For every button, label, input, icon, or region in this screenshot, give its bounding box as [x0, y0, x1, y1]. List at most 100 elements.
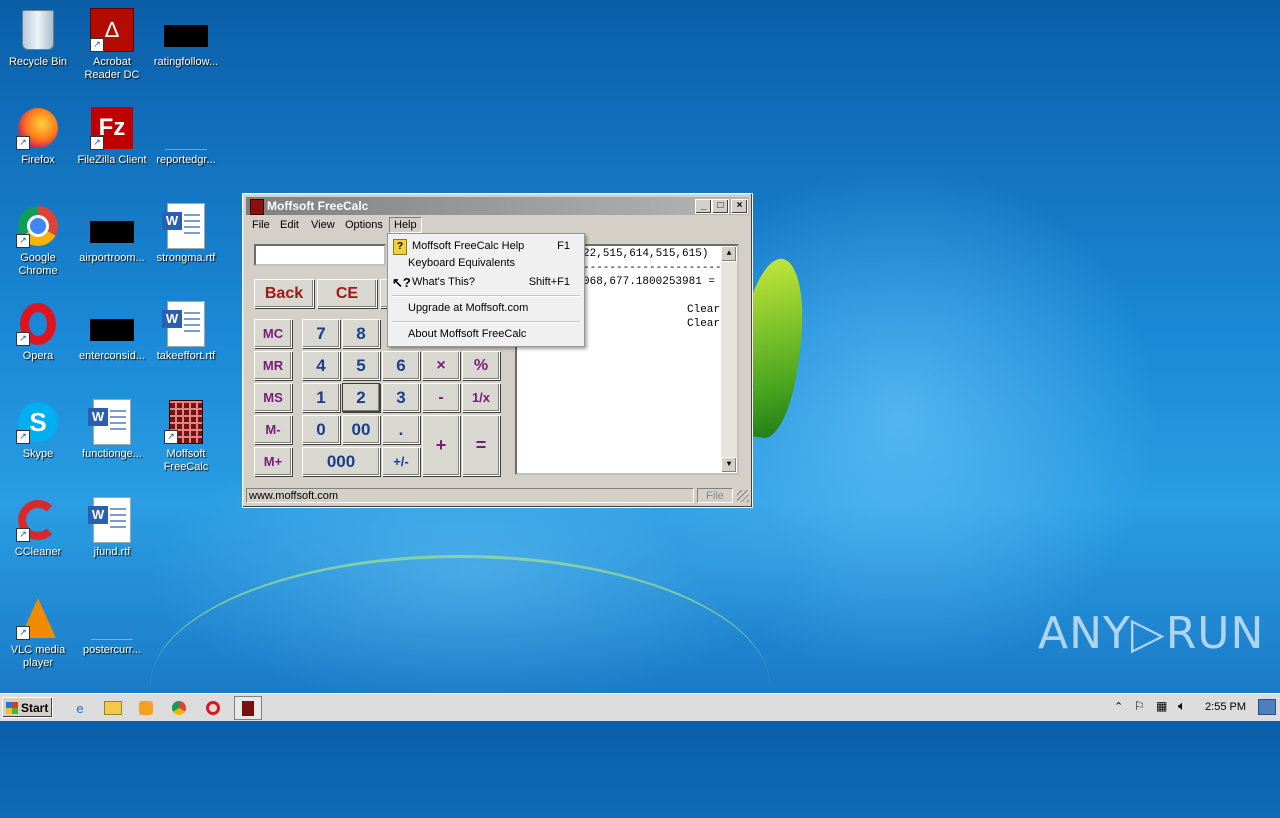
desktop-icon-functionge[interactable]: W functionge... — [74, 399, 150, 461]
taskbar: Start e ⌃ ⚐ ▦ 🔈︎ 2:55 PM — [0, 693, 1280, 721]
key-6[interactable]: 6 — [382, 351, 420, 380]
internet-explorer-icon[interactable]: e — [70, 698, 90, 718]
word-doc-icon: W — [88, 497, 134, 543]
multiply-button[interactable]: × — [422, 351, 460, 380]
minimize-button[interactable]: _ — [695, 199, 712, 214]
desktop-icon-firefox[interactable]: ↗ Firefox — [0, 106, 76, 167]
desktop-icon-label: airportroom... — [79, 252, 145, 264]
desktop-icon-vlc[interactable]: ↗ VLC media player — [0, 596, 76, 670]
menu-options[interactable]: Options — [341, 218, 387, 232]
network-icon[interactable]: ▦ — [1156, 699, 1167, 713]
tape-scrollbar[interactable]: ▲ ▼ — [721, 246, 737, 473]
desktop-icon-chrome[interactable]: ↗ Google Chrome — [0, 204, 76, 278]
menu-item-upgrade[interactable]: Upgrade at Moffsoft.com — [390, 300, 582, 317]
desktop-icon-strongma[interactable]: W strongma.rtf — [148, 203, 224, 265]
decimal-button[interactable]: . — [382, 415, 420, 444]
maximize-button[interactable]: □ — [712, 199, 729, 214]
key-3[interactable]: 3 — [382, 383, 420, 412]
add-button[interactable]: + — [422, 415, 460, 476]
start-button[interactable]: Start — [2, 697, 53, 718]
show-hidden-icons-icon[interactable]: ⌃ — [1114, 700, 1123, 713]
reciprocal-button[interactable]: 1/x — [462, 383, 500, 412]
mr-button[interactable]: MR — [254, 351, 292, 380]
action-center-flag-icon[interactable]: ⚐ — [1134, 699, 1145, 713]
menu-item-shortcut: F1 — [557, 240, 570, 252]
tape-line: 068,677.1800253981 = — [583, 276, 716, 288]
desktop-icon-reportedgr[interactable]: reportedgr... — [148, 106, 224, 167]
key-0[interactable]: 0 — [302, 415, 340, 444]
m-plus-button[interactable]: M+ — [254, 447, 292, 476]
start-label: Start — [21, 701, 49, 715]
ce-button[interactable]: CE — [317, 279, 377, 308]
chrome-taskbar-icon[interactable] — [169, 698, 189, 718]
back-button[interactable]: Back — [254, 279, 314, 308]
desktop-icon-label: VLC media player — [10, 644, 66, 669]
desktop-icon-postercurr[interactable]: postercurr... — [74, 596, 150, 657]
scroll-down-icon[interactable]: ▼ — [721, 457, 737, 473]
key-2[interactable]: 2 — [342, 383, 380, 412]
menu-edit[interactable]: Edit — [276, 218, 303, 232]
desktop-icon-skype[interactable]: S ↗ Skype — [0, 400, 76, 461]
status-mode: File — [697, 488, 733, 503]
tape-line: Clear — [687, 304, 721, 316]
redacted-file-icon — [90, 204, 134, 248]
freecalc-taskbar-button[interactable] — [234, 696, 262, 720]
desktop-icon-acrobat[interactable]: ∆ ↗ Acrobat Reader DC — [74, 8, 150, 82]
taskbar-clock[interactable]: 2:55 PM — [1205, 701, 1246, 713]
sign-toggle-button[interactable]: +/- — [382, 447, 420, 476]
file-icon — [90, 596, 134, 640]
desktop-icon-enterconsid[interactable]: enterconsid... — [74, 302, 150, 363]
desktop-icon-label: ratingfollow... — [153, 56, 219, 68]
menu-item-label: What's This? — [412, 276, 476, 288]
menu-view[interactable]: View — [307, 218, 339, 232]
menu-item-about[interactable]: About Moffsoft FreeCalc — [390, 326, 582, 343]
desktop-icon-ratingfollow[interactable]: ratingfollow... — [148, 8, 224, 69]
mc-button[interactable]: MC — [254, 319, 292, 348]
subtract-button[interactable]: - — [422, 383, 460, 412]
opera-taskbar-icon[interactable] — [203, 698, 223, 718]
resize-grip-icon[interactable] — [737, 490, 749, 502]
word-doc-icon: W — [162, 203, 208, 249]
scroll-up-icon[interactable]: ▲ — [721, 246, 737, 262]
desktop-icon-filezilla[interactable]: Fz ↗ FileZilla Client — [74, 106, 150, 167]
title-bar[interactable]: Moffsoft FreeCalc _ □ × — [246, 197, 749, 215]
key-7[interactable]: 7 — [302, 319, 340, 348]
desktop-icon-jfund[interactable]: W jfund.rtf — [74, 497, 150, 559]
key-4[interactable]: 4 — [302, 351, 340, 380]
m-minus-button[interactable]: M- — [254, 415, 292, 444]
show-desktop-icon[interactable] — [1258, 699, 1276, 715]
menu-item-help[interactable]: ? Moffsoft FreeCalc Help F1 — [390, 238, 582, 255]
menu-separator — [392, 321, 580, 323]
key-000[interactable]: 000 — [302, 447, 380, 476]
file-icon — [164, 106, 208, 150]
calculator-display[interactable] — [254, 244, 386, 266]
desktop-icon-recycle-bin[interactable]: Recycle Bin — [0, 8, 76, 69]
desktop-icon-label: postercurr... — [82, 644, 142, 656]
menu-item-keyboard-equivalents[interactable]: Keyboard Equivalents — [390, 255, 582, 272]
menu-item-whats-this[interactable]: ↖? What's This? Shift+F1 — [390, 274, 582, 291]
desktop-icon-label: enterconsid... — [78, 350, 146, 362]
key-00[interactable]: 00 — [342, 415, 380, 444]
volume-icon[interactable]: 🔈︎ — [1178, 698, 1186, 714]
menu-help[interactable]: Help — [389, 217, 422, 233]
key-5[interactable]: 5 — [342, 351, 380, 380]
desktop-icon-label: Acrobat Reader DC — [84, 56, 140, 81]
key-8[interactable]: 8 — [342, 319, 380, 348]
desktop-icon-airportroom[interactable]: airportroom... — [74, 204, 150, 265]
desktop-icon-freecalc[interactable]: ↗ Moffsoft FreeCalc — [148, 400, 224, 474]
desktop-icon-opera[interactable]: ↗ Opera — [0, 302, 76, 363]
desktop-icon-label: Google Chrome — [18, 252, 58, 277]
desktop-icon-takeeffort[interactable]: W takeeffort.rtf — [148, 301, 224, 363]
media-player-icon[interactable] — [136, 698, 156, 718]
equals-button[interactable]: = — [462, 415, 500, 476]
percent-button[interactable]: % — [462, 351, 500, 380]
ms-button[interactable]: MS — [254, 383, 292, 412]
close-button[interactable]: × — [731, 199, 748, 214]
desktop-icon-ccleaner[interactable]: ↗ CCleaner — [0, 498, 76, 559]
menu-file[interactable]: File — [248, 218, 274, 232]
file-explorer-icon[interactable] — [103, 698, 123, 718]
status-url: www.moffsoft.com — [246, 488, 694, 503]
vlc-icon: ↗ — [16, 596, 60, 640]
menu-item-label: Moffsoft FreeCalc Help — [412, 240, 525, 252]
key-1[interactable]: 1 — [302, 383, 340, 412]
